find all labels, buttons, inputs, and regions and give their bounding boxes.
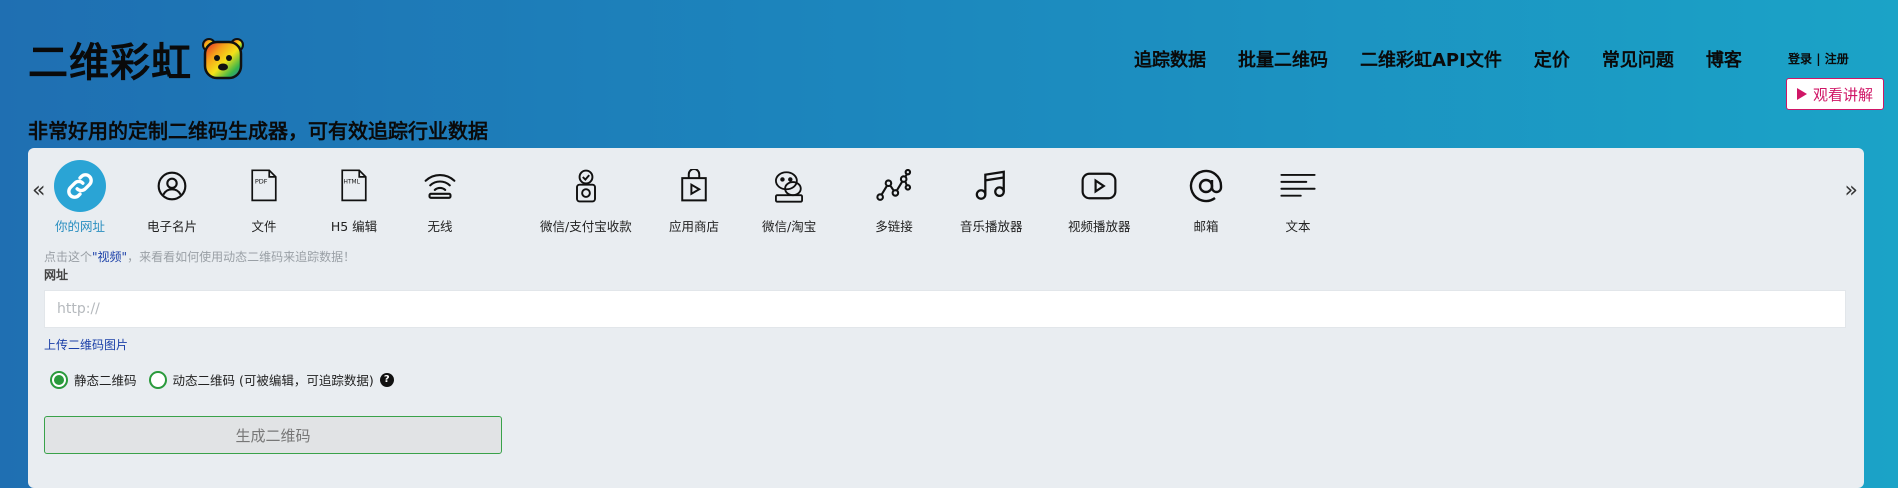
tab-text[interactable]: 文本 <box>1272 160 1324 235</box>
music-icon <box>965 160 1017 212</box>
login-link[interactable]: 登录 <box>1788 52 1812 66</box>
tab-label: H5 编辑 <box>330 219 378 234</box>
hint-text-after: ，来看看如何使用动态二维码来追踪数据！ <box>127 250 356 264</box>
tab-url[interactable]: 你的网址 <box>54 160 106 235</box>
url-input[interactable] <box>44 290 1846 328</box>
dynamic-qr-radio[interactable]: 动态二维码 (可被编辑，可追踪数据) ? <box>148 370 394 389</box>
tab-label: 多链接 <box>875 219 913 234</box>
tab-h5-editor[interactable]: HTML H5 编辑 <box>328 160 380 235</box>
wifi-icon <box>414 160 466 212</box>
video-hint: 点击这个"视频"，来看看如何使用动态二维码来追踪数据！ <box>44 248 355 265</box>
scroll-left-icon[interactable]: « <box>32 178 45 203</box>
tab-video-player[interactable]: 视频播放器 <box>1068 160 1131 235</box>
tab-music-player[interactable]: 音乐播放器 <box>960 160 1023 235</box>
pdf-file-icon: PDF <box>238 160 290 212</box>
tab-label: 微信/支付宝收款 <box>540 219 632 234</box>
person-icon <box>146 160 198 212</box>
static-qr-label: 静态二维码 <box>74 373 137 388</box>
tab-label: 邮箱 <box>1193 219 1219 234</box>
watch-tutorial-label: 观看讲解 <box>1812 85 1873 104</box>
nav-api-docs[interactable]: 二维彩虹API文件 <box>1360 46 1502 72</box>
tab-email[interactable]: 邮箱 <box>1180 160 1232 235</box>
svg-text:PDF: PDF <box>255 177 268 185</box>
tab-label: 应用商店 <box>668 219 719 234</box>
url-field-label: 网址 <box>44 268 69 282</box>
tab-wifi[interactable]: 无线 <box>414 160 466 235</box>
register-link[interactable]: 注册 <box>1825 52 1849 66</box>
link-icon <box>54 160 106 212</box>
tab-label: 微信/淘宝 <box>762 219 817 234</box>
nav-faq[interactable]: 常见问题 <box>1602 46 1674 72</box>
tab-file[interactable]: PDF 文件 <box>238 160 290 235</box>
tab-wechat-taobao[interactable]: 微信/淘宝 <box>762 160 816 235</box>
auth-separator: | <box>1816 52 1821 66</box>
multi-link-icon <box>868 160 920 212</box>
hint-video-link[interactable]: "视频" <box>92 250 127 264</box>
tab-label: 文件 <box>251 219 277 234</box>
text-icon <box>1272 160 1324 212</box>
tab-payment[interactable]: 微信/支付宝收款 <box>540 160 632 235</box>
radio-unchecked-icon <box>148 370 167 389</box>
nav-pricing[interactable]: 定价 <box>1534 46 1570 72</box>
top-nav: 追踪数据 批量二维码 二维彩虹API文件 定价 常见问题 博客 <box>1134 46 1742 72</box>
tab-label: 电子名片 <box>146 219 197 234</box>
help-icon[interactable]: ? <box>379 372 394 387</box>
tab-label: 视频播放器 <box>1068 219 1131 234</box>
radio-checked-icon <box>50 370 68 389</box>
upload-qr-image-link[interactable]: 上传二维码图片 <box>44 336 128 353</box>
tab-label: 音乐播放器 <box>960 219 1023 234</box>
tab-label: 你的网址 <box>54 219 105 234</box>
scroll-right-icon[interactable]: » <box>1845 178 1858 203</box>
payment-icon <box>560 160 612 212</box>
video-icon <box>1073 160 1125 212</box>
html-file-icon: HTML <box>328 160 380 212</box>
play-icon <box>1796 88 1807 100</box>
tab-multi-link[interactable]: 多链接 <box>868 160 920 235</box>
tab-label: 无线 <box>427 219 453 234</box>
logo-text: 二维彩虹 <box>28 40 192 86</box>
hint-text-before: 点击这个 <box>44 250 93 264</box>
wechat-icon <box>763 160 815 212</box>
watch-tutorial-button[interactable]: 观看讲解 <box>1786 78 1884 110</box>
nav-batch-qr[interactable]: 批量二维码 <box>1238 46 1328 72</box>
email-icon <box>1180 160 1232 212</box>
static-qr-radio[interactable]: 静态二维码 <box>50 370 137 389</box>
tab-vcard[interactable]: 电子名片 <box>146 160 198 235</box>
qr-type-radio-group: 静态二维码 动态二维码 (可被编辑，可追踪数据) ? <box>50 370 394 389</box>
nav-track-data[interactable]: 追踪数据 <box>1134 46 1206 72</box>
generate-qr-button[interactable]: 生成二维码 <box>44 416 502 454</box>
svg-text:HTML: HTML <box>344 179 361 185</box>
app-store-icon <box>668 160 720 212</box>
auth-links: 登录 | 注册 <box>1788 50 1849 67</box>
bear-mascot-icon <box>202 38 244 80</box>
logo[interactable]: 二维彩虹 <box>28 30 246 88</box>
generator-panel: « » 你的网址 电子名片 PDF 文件 HTML H5 编辑 无线 微信/支付… <box>28 148 1864 488</box>
tab-label: 文本 <box>1285 219 1311 234</box>
tab-app-store[interactable]: 应用商店 <box>668 160 720 235</box>
dynamic-qr-label: 动态二维码 (可被编辑，可追踪数据) <box>172 373 374 388</box>
tagline: 非常好用的定制二维码生成器，可有效追踪行业数据 <box>28 119 488 143</box>
nav-blog[interactable]: 博客 <box>1706 46 1742 72</box>
